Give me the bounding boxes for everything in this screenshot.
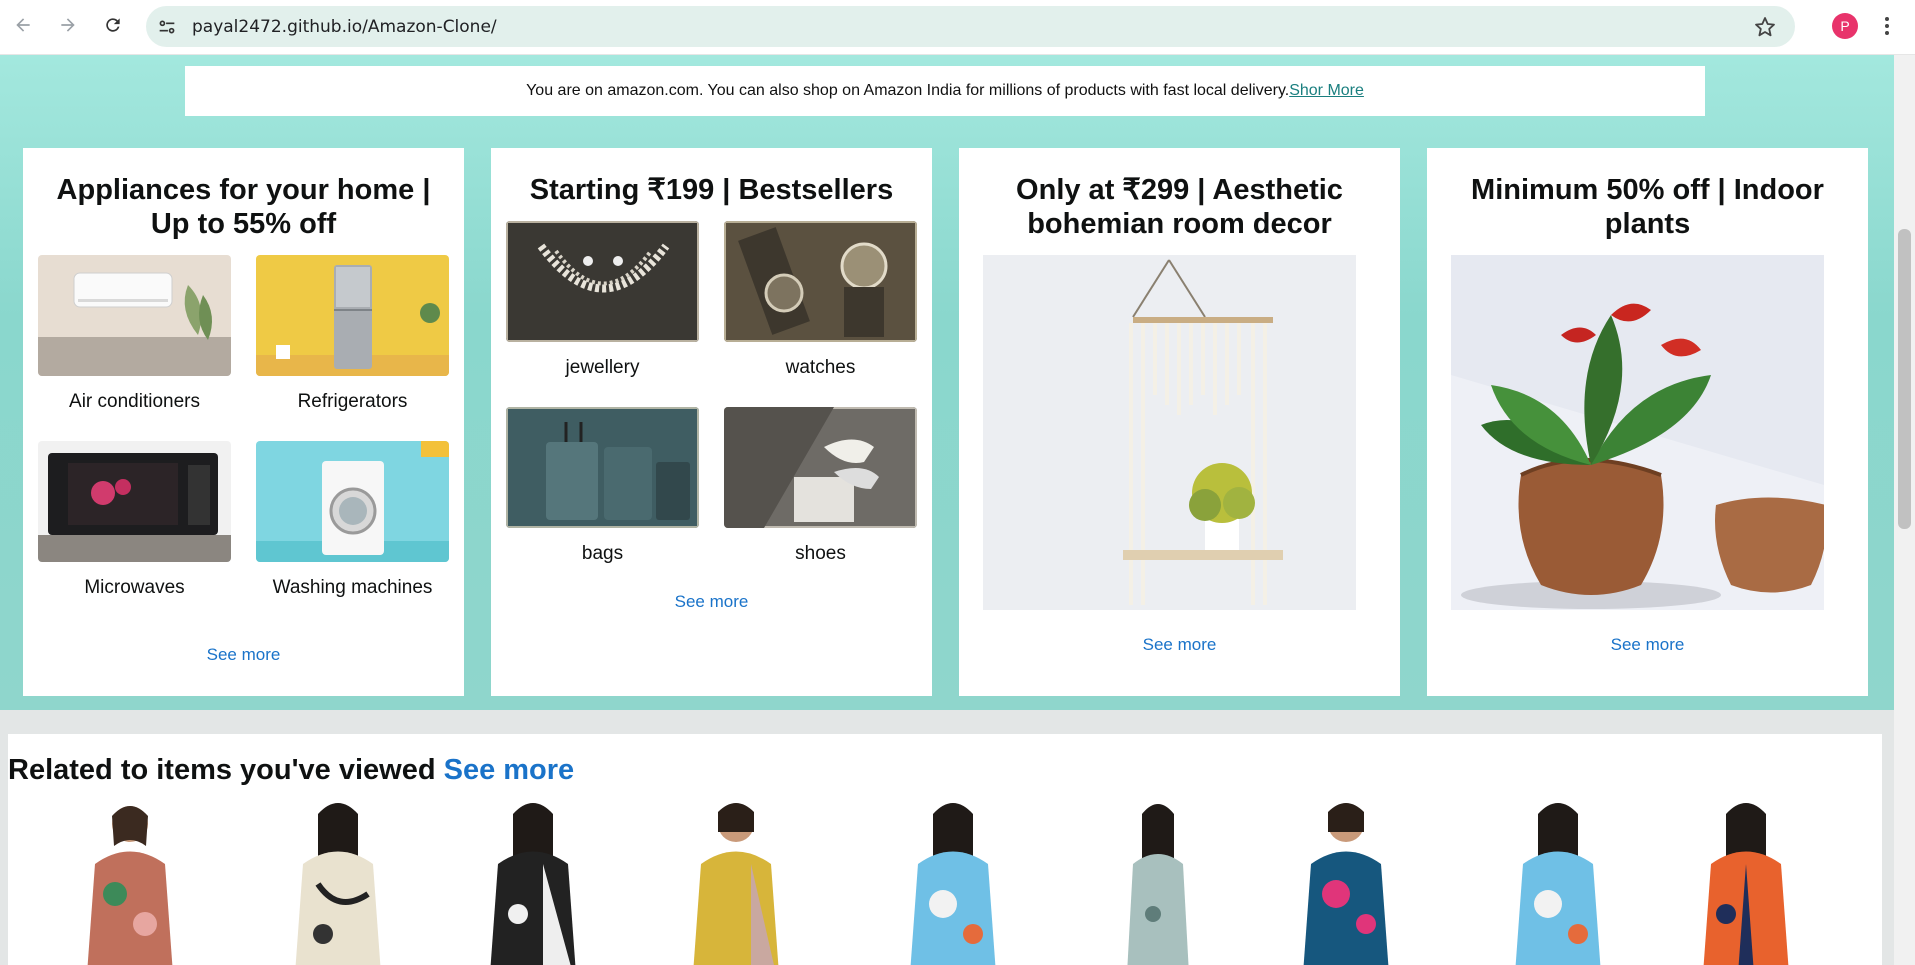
card-item-label: Microwaves xyxy=(84,577,185,598)
url-text[interactable]: payal2472.github.io/Amazon-Clone/ xyxy=(192,17,497,37)
product-item[interactable] xyxy=(1498,794,1618,965)
browser-toolbar: payal2472.github.io/Amazon-Clone/ P xyxy=(0,0,1915,55)
product-item[interactable] xyxy=(1686,794,1806,965)
product-item[interactable] xyxy=(1098,794,1218,965)
card-item-watches[interactable]: watches xyxy=(724,221,917,379)
back-arrow-icon[interactable] xyxy=(10,12,36,38)
microwave-image[interactable] xyxy=(38,441,231,562)
notice-link[interactable]: Shor More xyxy=(1289,82,1364,100)
site-settings-icon[interactable] xyxy=(156,16,178,38)
page-viewport: You are on amazon.com. You can also shop… xyxy=(0,55,1894,965)
section-heading: Related to items you've viewed See more xyxy=(8,754,574,787)
card-bohemian-decor: Only at ₹299 | Aesthetic bohemian room d… xyxy=(959,148,1400,696)
browser-menu-icon[interactable] xyxy=(1877,14,1897,38)
washing-machine-image[interactable] xyxy=(256,441,449,562)
card-item-label: Air conditioners xyxy=(69,391,200,412)
refrigerator-image[interactable] xyxy=(256,255,449,376)
watches-image[interactable] xyxy=(724,221,917,342)
forward-arrow-icon[interactable] xyxy=(55,12,81,38)
shoes-image[interactable] xyxy=(724,407,917,528)
section-title: Related to items you've viewed xyxy=(8,754,436,786)
card-item-air-conditioners[interactable]: Air conditioners xyxy=(38,255,231,413)
card-item-microwaves[interactable]: Microwaves xyxy=(38,441,231,599)
card-item-label: Refrigerators xyxy=(297,391,408,412)
card-title: Starting ₹199 | Bestsellers xyxy=(529,174,894,206)
see-more-link[interactable]: See more xyxy=(444,754,575,786)
see-more-link[interactable]: See more xyxy=(23,645,464,665)
card-item-jewellery[interactable]: jewellery xyxy=(506,221,699,379)
card-appliances: Appliances for your home | Up to 55% off… xyxy=(23,148,464,696)
card-title: Appliances for your home | Up to 55% off xyxy=(56,174,431,240)
scrollbar-thumb[interactable] xyxy=(1898,229,1911,529)
card-item-label: jewellery xyxy=(565,357,640,378)
bags-image[interactable] xyxy=(506,407,699,528)
card-item-label: watches xyxy=(785,357,856,378)
card-item-bags[interactable]: bags xyxy=(506,407,699,565)
product-item[interactable] xyxy=(70,794,190,965)
product-item[interactable] xyxy=(473,794,593,965)
notice-text: You are on amazon.com. You can also shop… xyxy=(526,82,1290,99)
address-bar[interactable]: payal2472.github.io/Amazon-Clone/ xyxy=(146,6,1795,47)
indoor-plant-image[interactable] xyxy=(1451,255,1827,610)
product-item[interactable] xyxy=(1286,794,1406,965)
macrame-shelf-image[interactable] xyxy=(983,255,1356,610)
bookmark-star-icon[interactable] xyxy=(1753,15,1777,39)
card-item-refrigerators[interactable]: Refrigerators xyxy=(256,255,449,413)
card-indoor-plants: Minimum 50% off | Indoor plants See more xyxy=(1427,148,1868,696)
card-item-shoes[interactable]: shoes xyxy=(724,407,917,565)
card-item-label: bags xyxy=(581,543,624,564)
card-title: Minimum 50% off | Indoor plants xyxy=(1471,174,1824,240)
see-more-link[interactable]: See more xyxy=(491,592,932,612)
card-item-washing-machines[interactable]: Washing machines xyxy=(256,441,449,599)
product-item[interactable] xyxy=(893,794,1013,965)
product-item[interactable] xyxy=(676,794,796,965)
card-item-label: shoes xyxy=(795,543,846,564)
product-item[interactable] xyxy=(278,794,398,965)
notice-banner: You are on amazon.com. You can also shop… xyxy=(185,66,1705,116)
profile-avatar[interactable]: P xyxy=(1832,13,1858,39)
hero-section: You are on amazon.com. You can also shop… xyxy=(0,55,1894,710)
card-item-label: Washing machines xyxy=(272,577,433,598)
see-more-link[interactable]: See more xyxy=(959,635,1400,655)
related-items-section: Related to items you've viewed See more xyxy=(8,734,1882,965)
jewellery-image[interactable] xyxy=(506,221,699,342)
card-title: Only at ₹299 | Aesthetic bohemian room d… xyxy=(1016,174,1343,240)
page-scrollbar[interactable] xyxy=(1894,55,1915,965)
air-conditioner-image[interactable] xyxy=(38,255,231,376)
see-more-link[interactable]: See more xyxy=(1427,635,1868,655)
reload-icon[interactable] xyxy=(100,12,126,38)
card-bestsellers: Starting ₹199 | Bestsellers jewellery wa… xyxy=(491,148,932,696)
